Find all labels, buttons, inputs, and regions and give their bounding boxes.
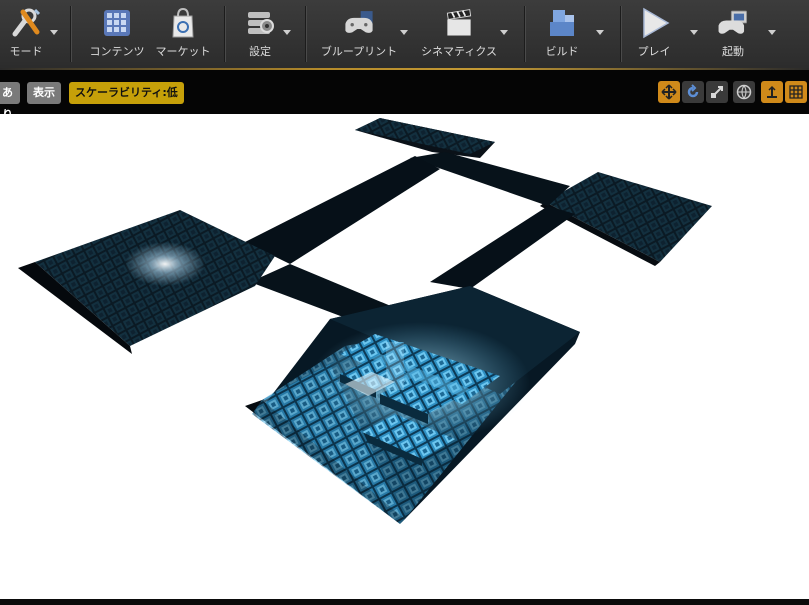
rotate-mode-button[interactable] bbox=[682, 81, 704, 103]
modes-icon bbox=[9, 6, 43, 40]
build-button[interactable]: ビルド bbox=[540, 0, 584, 68]
toolbar-divider bbox=[305, 6, 306, 62]
build-label: ビルド bbox=[545, 45, 579, 58]
blueprints-chevron-down-icon[interactable] bbox=[400, 30, 408, 35]
settings-chevron-down-icon[interactable] bbox=[283, 30, 291, 35]
level-scene bbox=[18, 118, 712, 524]
gear-icon bbox=[243, 6, 277, 40]
marketplace-bag-icon bbox=[166, 6, 200, 40]
launch-button[interactable]: 起動 bbox=[708, 0, 758, 68]
toolbar-divider bbox=[224, 6, 225, 62]
marketplace-label: マーケット bbox=[155, 45, 211, 58]
rotate-icon bbox=[687, 84, 699, 98]
toolbar-divider bbox=[70, 6, 71, 62]
blueprints-button[interactable]: ブループリント bbox=[318, 0, 400, 68]
launch-label: 起動 bbox=[722, 45, 744, 58]
play-button[interactable]: プレイ bbox=[632, 0, 676, 68]
settings-label: 設定 bbox=[249, 45, 271, 58]
content-label: コンテンツ bbox=[89, 45, 145, 58]
globe-icon bbox=[736, 84, 752, 100]
play-label: プレイ bbox=[637, 45, 671, 58]
launch-chevron-down-icon[interactable] bbox=[768, 30, 776, 35]
mode-button[interactable]: モード bbox=[4, 0, 48, 68]
blueprints-label: ブループリント bbox=[320, 45, 398, 58]
scale-mode-button[interactable] bbox=[706, 81, 728, 103]
translate-mode-button[interactable] bbox=[658, 81, 680, 103]
corridor-right bbox=[430, 206, 575, 289]
cinematics-chevron-down-icon[interactable] bbox=[500, 30, 508, 35]
cinematics-button[interactable]: シネマティクス bbox=[418, 0, 500, 68]
toolbar-divider bbox=[524, 6, 525, 62]
content-button[interactable]: コンテンツ bbox=[88, 0, 146, 68]
corridor-top bbox=[410, 152, 570, 206]
show-button[interactable]: 表示 bbox=[27, 82, 61, 104]
main-toolbar: モード コンテンツ マーケット 設定 ブループリント シネマティクス ビルド プ… bbox=[0, 0, 809, 69]
top-room-floor bbox=[355, 118, 495, 158]
play-icon bbox=[637, 6, 671, 40]
world-local-toggle-button[interactable] bbox=[733, 81, 755, 103]
left-room-floor bbox=[18, 210, 275, 354]
lit-room bbox=[245, 286, 580, 524]
lit-mode-button[interactable]: あり bbox=[0, 82, 20, 121]
cinematics-label: シネマティクス bbox=[420, 45, 497, 58]
settings-button[interactable]: 設定 bbox=[238, 0, 282, 68]
play-chevron-down-icon[interactable] bbox=[690, 30, 698, 35]
launch-console-icon bbox=[716, 6, 750, 40]
move-arrows-icon bbox=[661, 84, 677, 100]
scale-icon bbox=[711, 86, 723, 98]
clapperboard-icon bbox=[442, 6, 476, 40]
corridor-left bbox=[245, 156, 440, 264]
scalability-warning-button[interactable]: スケーラビリティ:低 bbox=[69, 82, 184, 104]
mode-label: モード bbox=[9, 45, 43, 58]
content-browser-icon bbox=[100, 6, 134, 40]
viewport-bottom-border bbox=[0, 599, 809, 605]
grid-icon bbox=[789, 85, 803, 99]
blueprint-controller-icon bbox=[342, 6, 376, 40]
mode-chevron-down-icon[interactable] bbox=[50, 30, 58, 35]
grid-snap-button[interactable] bbox=[785, 81, 807, 103]
viewport-toolbar: あり 表示 スケーラビリティ:低 bbox=[0, 70, 809, 121]
marketplace-button[interactable]: マーケット bbox=[154, 0, 212, 68]
surface-snap-icon bbox=[767, 85, 777, 98]
toolbar-divider bbox=[620, 6, 621, 62]
build-blocks-icon bbox=[545, 6, 579, 40]
build-chevron-down-icon[interactable] bbox=[596, 30, 604, 35]
level-viewport[interactable] bbox=[0, 114, 809, 599]
surface-snapping-button[interactable] bbox=[761, 81, 783, 103]
